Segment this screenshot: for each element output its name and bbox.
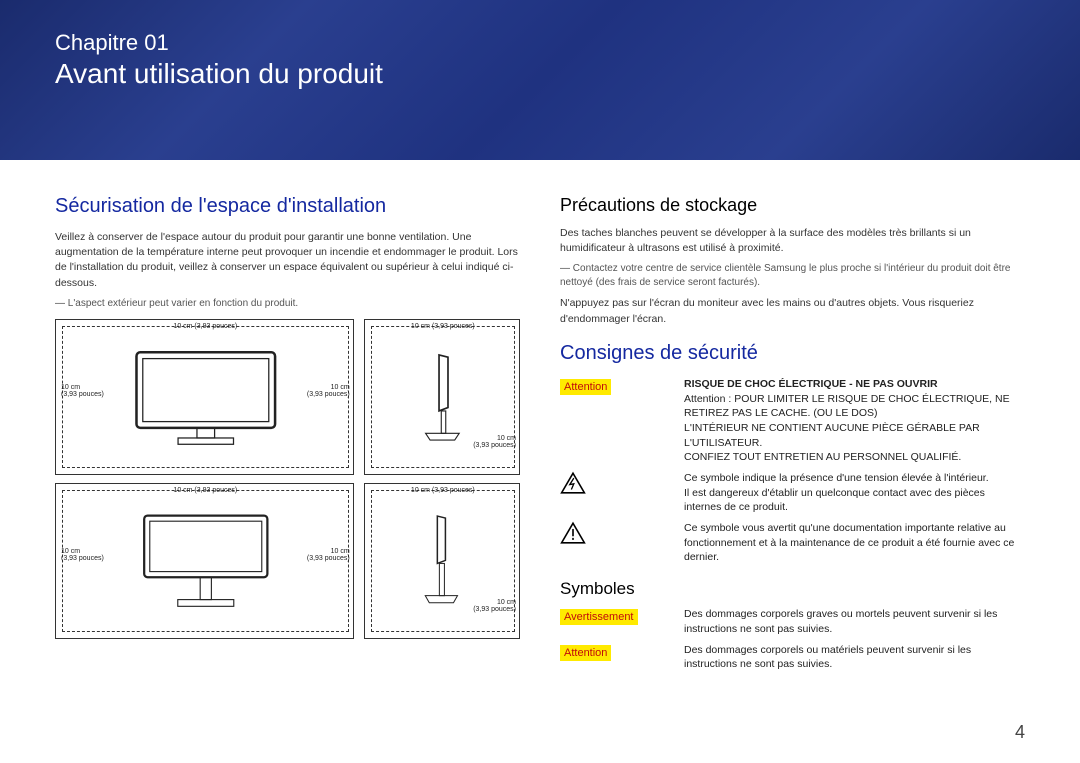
label-right-2: 10 cm (3,93 pouces) <box>307 548 350 562</box>
diagram-row-2: 10 cm (3,93 pouces) 10 cm (3,93 pouces) … <box>55 483 520 639</box>
voltage-triangle-icon <box>560 471 586 495</box>
attention-line-4: CONFIEZ TOUT ENTRETIEN AU PERSONNEL QUAL… <box>684 450 1025 465</box>
avertissement-tag-cell: Avertissement <box>560 607 670 625</box>
label-top-side-2: 10 cm (3,93 pouces) <box>411 487 475 494</box>
exclamation-triangle-icon <box>560 521 586 545</box>
attention-line-3: L'INTÉRIEUR NE CONTIENT AUCUNE PIÈCE GÉR… <box>684 421 1025 450</box>
attention-tag-cell: Attention <box>560 377 670 395</box>
attention2-text: Des dommages corporels ou matériels peuv… <box>684 643 1025 672</box>
diagram-row-1: 10 cm (3,93 pouces) 10 cm (3,93 pouces) … <box>55 319 520 475</box>
avertissement-tag: Avertissement <box>560 609 638 625</box>
label-left: 10 cm (3,93 pouces) <box>61 384 104 398</box>
page-body: Sécurisation de l'espace d'installation … <box>0 160 1080 672</box>
label-right: 10 cm (3,93 pouces) <box>307 384 350 398</box>
left-column: Sécurisation de l'espace d'installation … <box>55 180 520 672</box>
attention-tag: Attention <box>560 379 611 395</box>
label-top-side: 10 cm (3,93 pouces) <box>411 323 475 330</box>
heading-safety: Consignes de sécurité <box>560 342 1025 365</box>
symboles-table: Avertissement Des dommages corporels gra… <box>560 607 1025 672</box>
attention-title: RISQUE DE CHOC ÉLECTRIQUE - NE PAS OUVRI… <box>684 377 1025 392</box>
heading-installation: Sécurisation de l'espace d'installation <box>55 195 520 218</box>
heading-symboles: Symboles <box>560 579 1025 599</box>
voltage-text-1: Ce symbole indique la présence d'une ten… <box>684 471 1025 486</box>
page-number: 4 <box>1015 722 1025 743</box>
chapter-label: Chapitre 01 <box>55 30 1025 56</box>
attention-line-2: Attention : POUR LIMITER LE RISQUE DE CH… <box>684 392 1025 421</box>
doc-symbol-cell <box>560 521 670 545</box>
voltage-symbol-cell <box>560 471 670 495</box>
monitor-front-icon <box>109 346 303 447</box>
storage-note: Contactez votre centre de service client… <box>560 262 1025 290</box>
right-column: Précautions de stockage Des taches blanc… <box>560 180 1025 672</box>
doc-text: Ce symbole vous avertit qu'une documenta… <box>684 521 1025 565</box>
attention2-tag-cell: Attention <box>560 643 670 661</box>
heading-storage: Précautions de stockage <box>560 195 1025 216</box>
attention2-tag: Attention <box>560 645 611 661</box>
label-top: 10 cm (3,93 pouces) <box>173 323 237 330</box>
avertissement-text: Des dommages corporels graves ou mortels… <box>684 607 1025 636</box>
diagram-side-1: 10 cm (3,93 pouces) 10 cm (3,93 pouces) <box>364 319 520 475</box>
safety-table: Attention RISQUE DE CHOC ÉLECTRIQUE - NE… <box>560 377 1025 565</box>
label-top-2: 10 cm (3,93 pouces) <box>173 487 237 494</box>
label-left-2: 10 cm (3,93 pouces) <box>61 548 104 562</box>
monitor-side-icon <box>394 346 491 447</box>
storage-paragraph-2: N'appuyez pas sur l'écran du moniteur av… <box>560 296 1025 326</box>
installation-note: L'aspect extérieur peut varier en foncti… <box>55 297 520 311</box>
monitor-side-stand-icon <box>394 510 491 611</box>
chapter-banner: Chapitre 01 Avant utilisation du produit <box>0 0 1080 160</box>
chapter-title: Avant utilisation du produit <box>55 58 1025 90</box>
diagram-front-2: 10 cm (3,93 pouces) 10 cm (3,93 pouces) … <box>55 483 354 639</box>
storage-paragraph-1: Des taches blanches peuvent se développe… <box>560 226 1025 256</box>
installation-paragraph: Veillez à conserver de l'espace autour d… <box>55 230 520 291</box>
voltage-text-2: Il est dangereux d'établir un quelconque… <box>684 486 1025 515</box>
monitor-front-stand-icon <box>109 510 303 611</box>
diagram-side-2: 10 cm (3,93 pouces) 10 cm (3,93 pouces) <box>364 483 520 639</box>
diagram-front-1: 10 cm (3,93 pouces) 10 cm (3,93 pouces) … <box>55 319 354 475</box>
